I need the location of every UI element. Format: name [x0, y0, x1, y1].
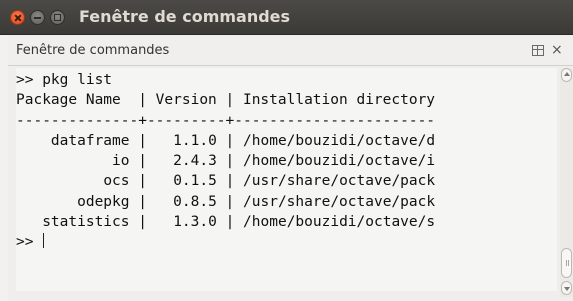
package-name: io — [112, 153, 130, 170]
scroll-thumb[interactable] — [561, 248, 572, 278]
table-separator: --------------+---------+---------------… — [16, 112, 436, 129]
package-name: statistics — [42, 214, 130, 231]
package-row: io | 2.4.3 | /home/bouzidi/octave/i — [112, 153, 436, 170]
package-rows: dataframe | 1.1.0 | /home/bouzidi/octave… — [16, 133, 435, 230]
panel-header: Fenêtre de commandes × — [8, 35, 573, 66]
window-titlebar: Fenêtre de commandes — [0, 0, 573, 35]
window-title: Fenêtre de commandes — [79, 7, 291, 26]
package-directory: /home/bouzidi/octave/i — [243, 153, 436, 170]
package-version: 0.8.5 — [173, 193, 217, 210]
text-cursor — [43, 233, 45, 249]
vertical-scrollbar[interactable] — [560, 68, 573, 297]
package-row: ocs | 0.1.5 | /usr/share/octave/pack — [103, 173, 436, 190]
package-row: statistics | 1.3.0 | /home/bouzidi/octav… — [42, 214, 436, 231]
undock-icon[interactable] — [532, 45, 544, 56]
package-version: 2.4.3 — [173, 153, 217, 170]
scroll-up-arrow-icon[interactable] — [561, 68, 572, 82]
package-row: odepkg | 0.8.5 | /usr/share/octave/pack — [77, 193, 436, 210]
package-name: dataframe — [50, 132, 130, 149]
package-directory: /home/bouzidi/octave/d — [243, 132, 436, 149]
console-text: >> pkg list Package Name | Version | Ins… — [16, 70, 435, 253]
package-directory: /usr/share/octave/pack — [243, 193, 436, 210]
package-name: odepkg — [77, 193, 130, 210]
panel-title: Fenêtre de commandes — [16, 43, 170, 58]
package-directory: /home/bouzidi/octave/s — [243, 214, 436, 231]
package-version: 1.1.0 — [173, 132, 217, 149]
prompt: >> — [16, 234, 43, 251]
package-name: ocs — [103, 173, 130, 190]
command-line: >> pkg list — [16, 72, 113, 88]
package-row: dataframe | 1.1.0 | /home/bouzidi/octave… — [50, 132, 436, 149]
window-maximize-button[interactable] — [50, 10, 65, 25]
scroll-down-arrow-icon[interactable] — [561, 281, 572, 295]
window-minimize-button[interactable] — [30, 10, 45, 25]
package-version: 1.3.0 — [173, 214, 217, 231]
console-output[interactable]: >> pkg list Package Name | Version | Ins… — [16, 68, 557, 291]
package-directory: /usr/share/octave/pack — [243, 173, 436, 190]
table-header: Package Name | Version | Installation di… — [16, 92, 436, 109]
command-window-panel: Fenêtre de commandes × >> pkg list Packa… — [8, 35, 573, 301]
close-icon[interactable]: × — [551, 41, 563, 59]
package-version: 0.1.5 — [173, 173, 217, 190]
window-close-button[interactable] — [10, 10, 25, 25]
